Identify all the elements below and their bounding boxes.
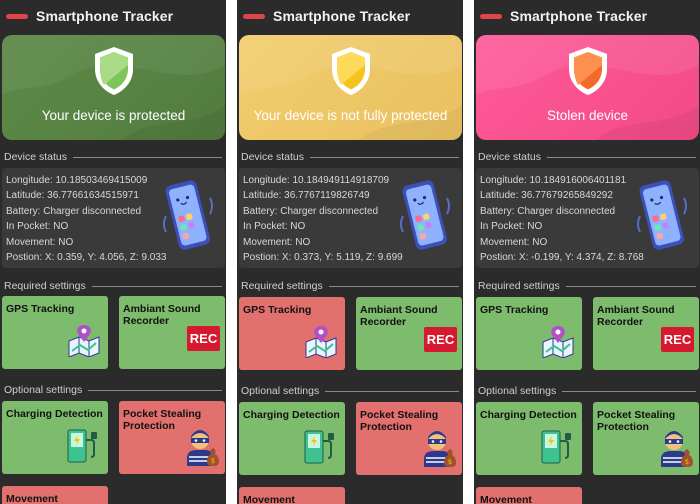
svg-text:$: $	[448, 458, 452, 466]
rec-badge: REC	[187, 326, 220, 351]
device-status-card: Longitude: 10.184949114918709 Latitude: …	[239, 168, 462, 268]
menu-icon[interactable]	[243, 13, 265, 19]
charging-detection-tile[interactable]: Charging Detection	[239, 402, 345, 475]
in-pocket-value: In Pocket: NO	[6, 221, 69, 232]
charging-station-icon	[67, 429, 97, 463]
app-bar: Smartphone Tracker	[474, 0, 700, 32]
smartphone-illustration-icon	[163, 180, 213, 250]
movement-detection-label: Movement Detection	[6, 493, 58, 504]
gps-tracking-tile[interactable]: GPS Tracking	[239, 297, 345, 370]
optional-settings-header: Optional settings	[478, 385, 696, 397]
protection-status-text: Your device is not fully protected	[253, 108, 448, 123]
screen-not-fully-protected: Smartphone Tracker Your device is not fu…	[237, 0, 463, 504]
optional-settings-header: Optional settings	[4, 384, 222, 396]
optional-settings-header: Optional settings	[241, 385, 459, 397]
device-status-header: Device status	[4, 151, 222, 163]
shield-check-icon	[331, 47, 370, 95]
thief-icon: $	[424, 431, 456, 467]
pocket-stealing-protection-tile[interactable]: Pocket Stealing Protection $	[593, 402, 699, 475]
menu-icon[interactable]	[480, 13, 502, 19]
movement-detection-tile[interactable]: Movement Detection	[2, 486, 108, 504]
gps-tracking-tile[interactable]: GPS Tracking	[476, 297, 582, 370]
ambient-sound-recorder-label: Ambiant Sound Recorder	[597, 304, 675, 328]
screen-protected: Smartphone Tracker Your device is protec…	[0, 0, 226, 504]
charging-detection-tile[interactable]: Charging Detection	[476, 402, 582, 475]
movement-value: Movement: NO	[6, 237, 74, 248]
ambient-sound-recorder-label: Ambiant Sound Recorder	[123, 303, 201, 327]
protection-status-banner: Stolen device	[476, 35, 699, 140]
movement-value: Movement: NO	[243, 237, 311, 248]
in-pocket-value: In Pocket: NO	[243, 221, 306, 232]
gps-tracking-label: GPS Tracking	[480, 304, 549, 316]
app-title: Smartphone Tracker	[36, 8, 174, 24]
smartphone-illustration-icon	[637, 180, 687, 250]
shield-check-icon	[568, 47, 607, 95]
gps-tracking-label: GPS Tracking	[243, 304, 312, 316]
menu-icon[interactable]	[6, 13, 28, 19]
thief-icon: $	[661, 431, 693, 467]
app-title: Smartphone Tracker	[510, 8, 648, 24]
longitude-value: Longitude: 10.184916006401181	[480, 175, 627, 186]
ambient-sound-recorder-label: Ambiant Sound Recorder	[360, 304, 438, 328]
charging-detection-tile[interactable]: Charging Detection	[2, 401, 108, 474]
required-settings-header: Required settings	[4, 280, 222, 292]
position-value: Postion: X: 0.373, Y: 5.119, Z: 9.699	[243, 252, 403, 263]
rec-badge: REC	[424, 327, 457, 352]
protection-status-text: Your device is protected	[41, 108, 186, 123]
smartphone-illustration-icon	[400, 180, 450, 250]
thief-icon: $	[187, 430, 219, 466]
charging-detection-label: Charging Detection	[480, 409, 577, 421]
pocket-stealing-protection-tile[interactable]: Pocket Stealing Protection $	[119, 401, 225, 474]
protection-status-banner: Your device is not fully protected	[239, 35, 462, 140]
screen-stolen-device: Smartphone Tracker Stolen device Device …	[474, 0, 700, 504]
latitude-value: Latitude: 36.7767119826749	[243, 190, 370, 201]
movement-detection-label: Movement Detection	[480, 494, 532, 504]
movement-detection-label: Movement Detection	[243, 494, 295, 504]
position-value: Postion: X: -0.199, Y: 4.374, Z: 8.768	[480, 252, 644, 263]
protection-status-text: Stolen device	[546, 108, 629, 123]
in-pocket-value: In Pocket: NO	[480, 221, 543, 232]
protection-status-banner: Your device is protected	[2, 35, 225, 140]
required-settings-header: Required settings	[478, 280, 696, 292]
battery-value: Battery: Charger disconnected	[480, 206, 616, 217]
app-bar: Smartphone Tracker	[0, 0, 226, 32]
ambient-sound-recorder-tile[interactable]: Ambiant Sound Recorder REC	[356, 297, 462, 370]
battery-value: Battery: Charger disconnected	[6, 206, 142, 217]
app-title: Smartphone Tracker	[273, 8, 411, 24]
required-settings-header: Required settings	[241, 280, 459, 292]
gps-tracking-label: GPS Tracking	[6, 303, 75, 315]
ambient-sound-recorder-tile[interactable]: Ambiant Sound Recorder REC	[119, 296, 225, 369]
charging-station-icon	[541, 430, 571, 464]
position-value: Postion: X: 0.359, Y: 4.056, Z: 9.033	[6, 252, 167, 263]
charging-detection-label: Charging Detection	[243, 409, 340, 421]
latitude-value: Latitude: 36.77661634515971	[6, 190, 139, 201]
charging-station-icon	[304, 430, 334, 464]
longitude-value: Longitude: 10.184949114918709	[243, 175, 390, 186]
device-status-card: Longitude: 10.184916006401181 Latitude: …	[476, 168, 699, 268]
device-status-card: Longitude: 10.18503469415009 Latitude: 3…	[2, 168, 225, 268]
ambient-sound-recorder-tile[interactable]: Ambiant Sound Recorder REC	[593, 297, 699, 370]
device-status-header: Device status	[478, 151, 696, 163]
shield-check-icon	[94, 47, 133, 95]
map-pin-icon	[68, 325, 100, 357]
map-pin-icon	[542, 326, 574, 358]
charging-detection-label: Charging Detection	[6, 408, 103, 420]
map-pin-icon	[305, 326, 337, 358]
device-status-header: Device status	[241, 151, 459, 163]
battery-value: Battery: Charger disconnected	[243, 206, 379, 217]
latitude-value: Latitude: 36.77679265849292	[480, 190, 613, 201]
svg-text:$: $	[685, 458, 689, 466]
rec-badge: REC	[661, 327, 694, 352]
pocket-stealing-protection-tile[interactable]: Pocket Stealing Protection $	[356, 402, 462, 475]
movement-value: Movement: NO	[480, 237, 548, 248]
app-bar: Smartphone Tracker	[237, 0, 463, 32]
longitude-value: Longitude: 10.18503469415009	[6, 175, 148, 186]
svg-text:$: $	[211, 457, 215, 465]
movement-detection-tile[interactable]: Movement Detection	[476, 487, 582, 504]
movement-detection-tile[interactable]: Movement Detection	[239, 487, 345, 504]
gps-tracking-tile[interactable]: GPS Tracking	[2, 296, 108, 369]
